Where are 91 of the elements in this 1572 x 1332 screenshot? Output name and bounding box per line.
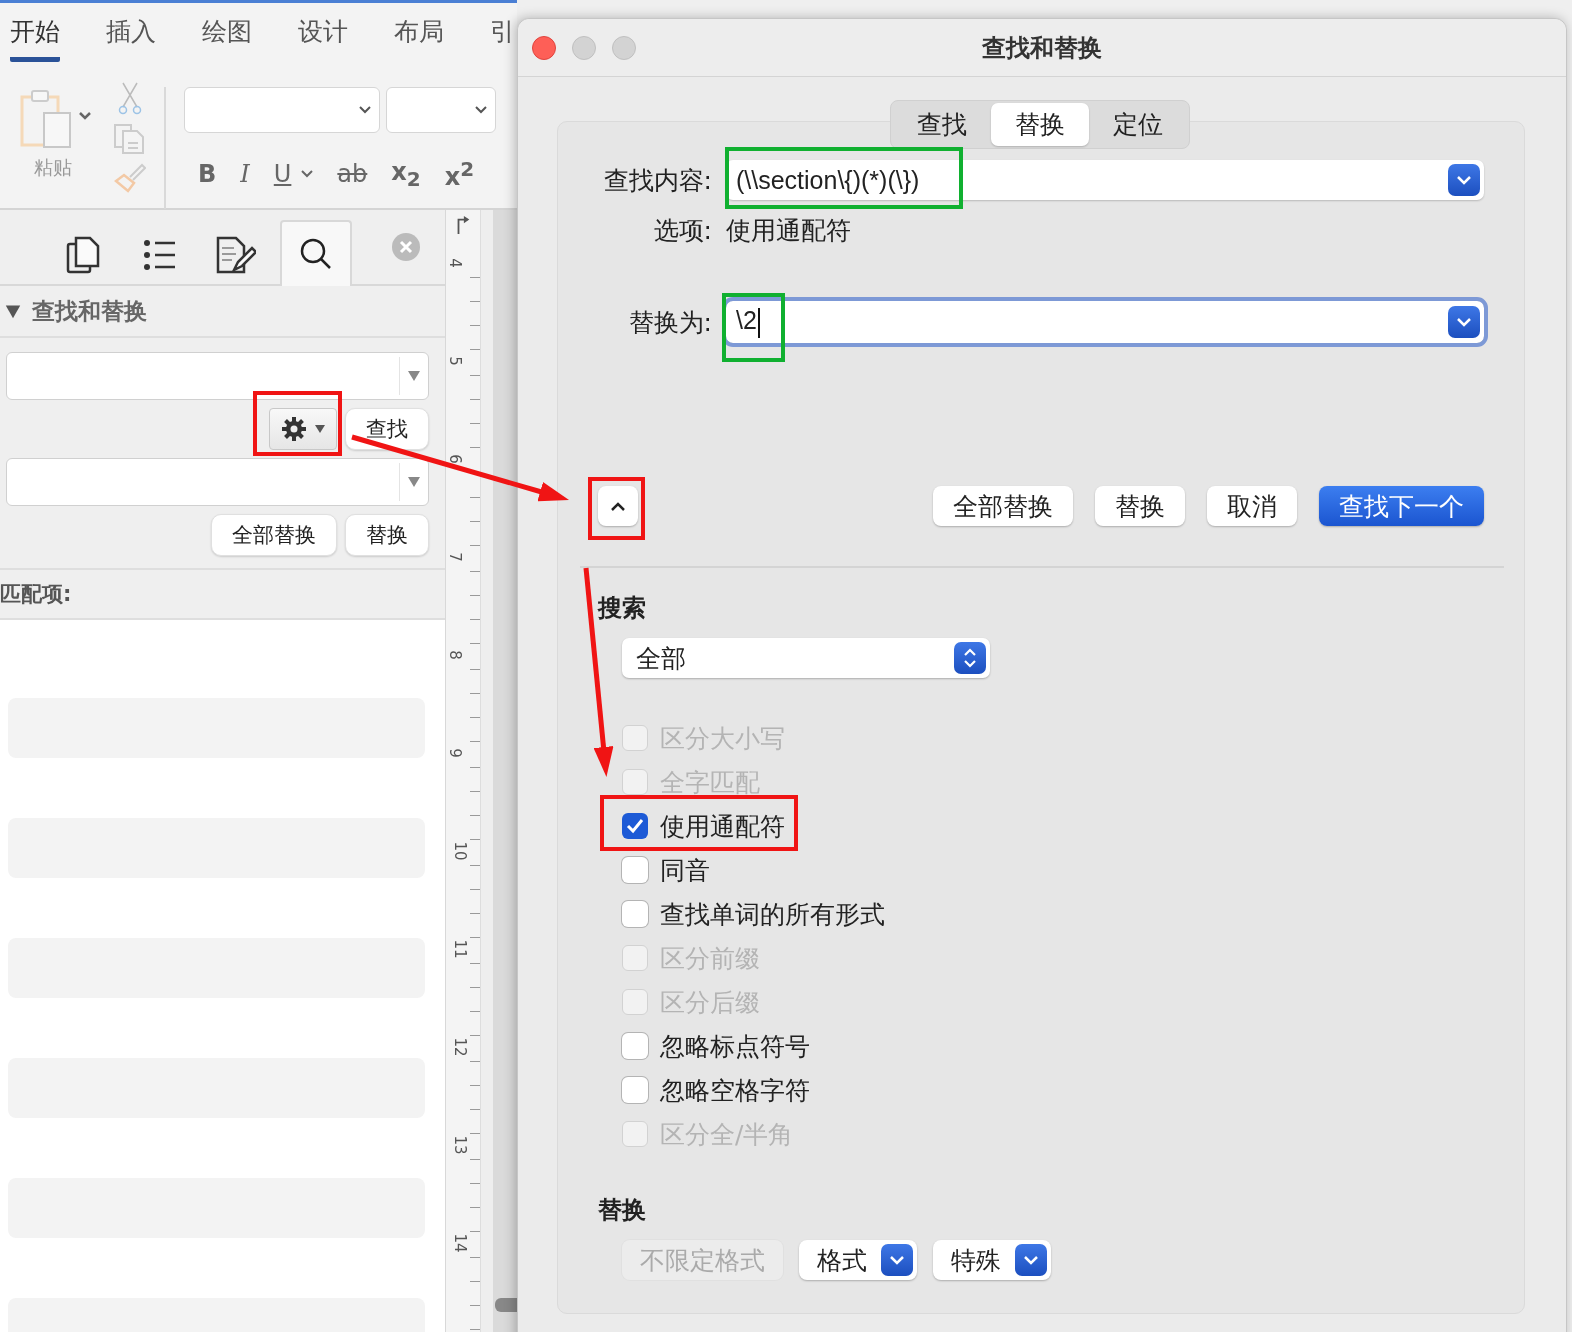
checkbox[interactable] <box>622 1033 648 1059</box>
format-button[interactable]: I <box>240 160 250 188</box>
caret-icon <box>315 425 325 433</box>
ribbon-tab[interactable]: 开始 <box>10 15 60 62</box>
edit-icon <box>216 236 256 274</box>
ruler-number: 7 <box>445 552 464 562</box>
dialog-tab[interactable]: 查找 <box>893 103 991 146</box>
format-button[interactable]: U <box>273 160 292 188</box>
ruler-number: 4 <box>445 258 464 268</box>
replace-label: 替换为: <box>627 306 712 339</box>
format-button[interactable]: ab <box>337 160 368 188</box>
checkbox[interactable] <box>622 901 648 927</box>
ribbon-tab[interactable]: 插入 <box>106 15 156 57</box>
checkbox-label: 同音 <box>660 854 710 887</box>
list-icon <box>143 239 177 271</box>
section-heading: 搜索 <box>598 593 647 624</box>
search-field[interactable] <box>6 352 429 400</box>
dialog-button[interactable]: 全部替换 <box>933 486 1073 526</box>
ruler-number: 6 <box>445 454 464 464</box>
checkbox[interactable] <box>622 1077 648 1103</box>
checkbox-label: 忽略标点符号 <box>660 1030 810 1063</box>
ribbon-tab[interactable]: 引 <box>490 15 515 57</box>
chevron-icon <box>611 501 625 511</box>
options-button[interactable] <box>269 408 337 450</box>
search-scope-dropdown[interactable]: 全部 <box>622 638 990 678</box>
chevron-icon <box>1457 175 1471 185</box>
format-button[interactable]: x$_{2}$ <box>391 157 421 191</box>
dropdown-button[interactable] <box>1015 1244 1047 1276</box>
collapse-button[interactable] <box>598 486 638 526</box>
close-button[interactable] <box>532 36 556 60</box>
ruler-number: 9 <box>445 748 464 758</box>
gear-icon <box>281 416 307 442</box>
section-heading: 替换 <box>598 1195 647 1226</box>
search-icon <box>299 237 333 271</box>
ruler-number: 13 <box>450 1135 469 1155</box>
find-button[interactable]: 查找 <box>345 408 429 450</box>
dropdown-button[interactable] <box>1448 306 1480 338</box>
stepper-button[interactable] <box>954 642 986 674</box>
dialog-button[interactable]: 取消 <box>1207 486 1297 526</box>
highlight-box <box>588 477 645 540</box>
dropdown-button[interactable] <box>1448 164 1480 196</box>
replace-button[interactable]: 全部替换 <box>211 514 337 556</box>
replace-button[interactable]: 替换 <box>345 514 429 556</box>
indent-marker-icon[interactable] <box>456 216 470 234</box>
close-icon[interactable] <box>392 233 420 261</box>
checkbox[interactable] <box>622 813 648 839</box>
find-label: 查找内容: <box>602 164 712 197</box>
options-label: 选项: <box>652 215 712 247</box>
checkmark-icon <box>626 818 644 834</box>
dialog-button[interactable]: 替换 <box>1095 486 1185 526</box>
highlight-box <box>722 293 785 362</box>
options-value: 使用通配符 <box>726 215 851 247</box>
checkbox[interactable] <box>622 857 648 883</box>
format-menu-button[interactable]: 格式 <box>799 1240 917 1280</box>
chevron-icon <box>1457 317 1471 327</box>
checkbox-label: 使用通配符 <box>660 810 785 843</box>
chevron-icon <box>1024 1255 1038 1265</box>
ruler-number: 8 <box>445 650 464 660</box>
ribbon-tab[interactable]: 绘图 <box>202 15 252 57</box>
find-field[interactable]: (\\section\{)(*)(\}) <box>726 160 1484 200</box>
format-menu-button[interactable]: 特殊 <box>933 1240 1051 1280</box>
caret-icon[interactable] <box>408 371 420 381</box>
section-title: 查找和替换 <box>32 296 147 326</box>
format-button[interactable]: B <box>198 160 217 188</box>
matches-label: 匹配项: <box>0 581 72 608</box>
chevron-icon <box>359 106 371 114</box>
checkbox-label: 查找单词的所有形式 <box>660 898 885 931</box>
dialog-tab[interactable]: 定位 <box>1089 103 1187 146</box>
dialog-tab[interactable]: 替换 <box>991 103 1089 146</box>
ruler-number: 14 <box>450 1233 469 1253</box>
chevron-icon <box>890 1255 904 1265</box>
up-down-icon <box>963 647 977 669</box>
paste-label: 粘贴 <box>34 155 72 180</box>
replace-field[interactable] <box>6 458 429 506</box>
caret-icon[interactable] <box>408 477 420 487</box>
dialog-button[interactable]: 查找下一个 <box>1319 486 1484 526</box>
format-button[interactable]: x$^{2}$ <box>444 157 475 191</box>
panel-tab[interactable] <box>280 220 352 286</box>
ribbon-tab[interactable]: 设计 <box>298 15 348 57</box>
caret-icon[interactable] <box>301 170 314 178</box>
scissors-icon[interactable] <box>117 81 143 115</box>
dropdown-button[interactable] <box>881 1244 913 1276</box>
ruler-number: 10 <box>450 841 469 861</box>
ribbon-tab[interactable]: 布局 <box>394 15 444 57</box>
ruler-number: 11 <box>450 939 469 959</box>
checkbox-label: 忽略空格字符 <box>660 1074 810 1107</box>
pages-icon <box>66 236 102 274</box>
window-title: 查找和替换 <box>982 32 1102 64</box>
ruler-number: 12 <box>450 1037 469 1057</box>
ruler-number: 5 <box>445 356 464 366</box>
chevron-icon <box>475 106 487 114</box>
